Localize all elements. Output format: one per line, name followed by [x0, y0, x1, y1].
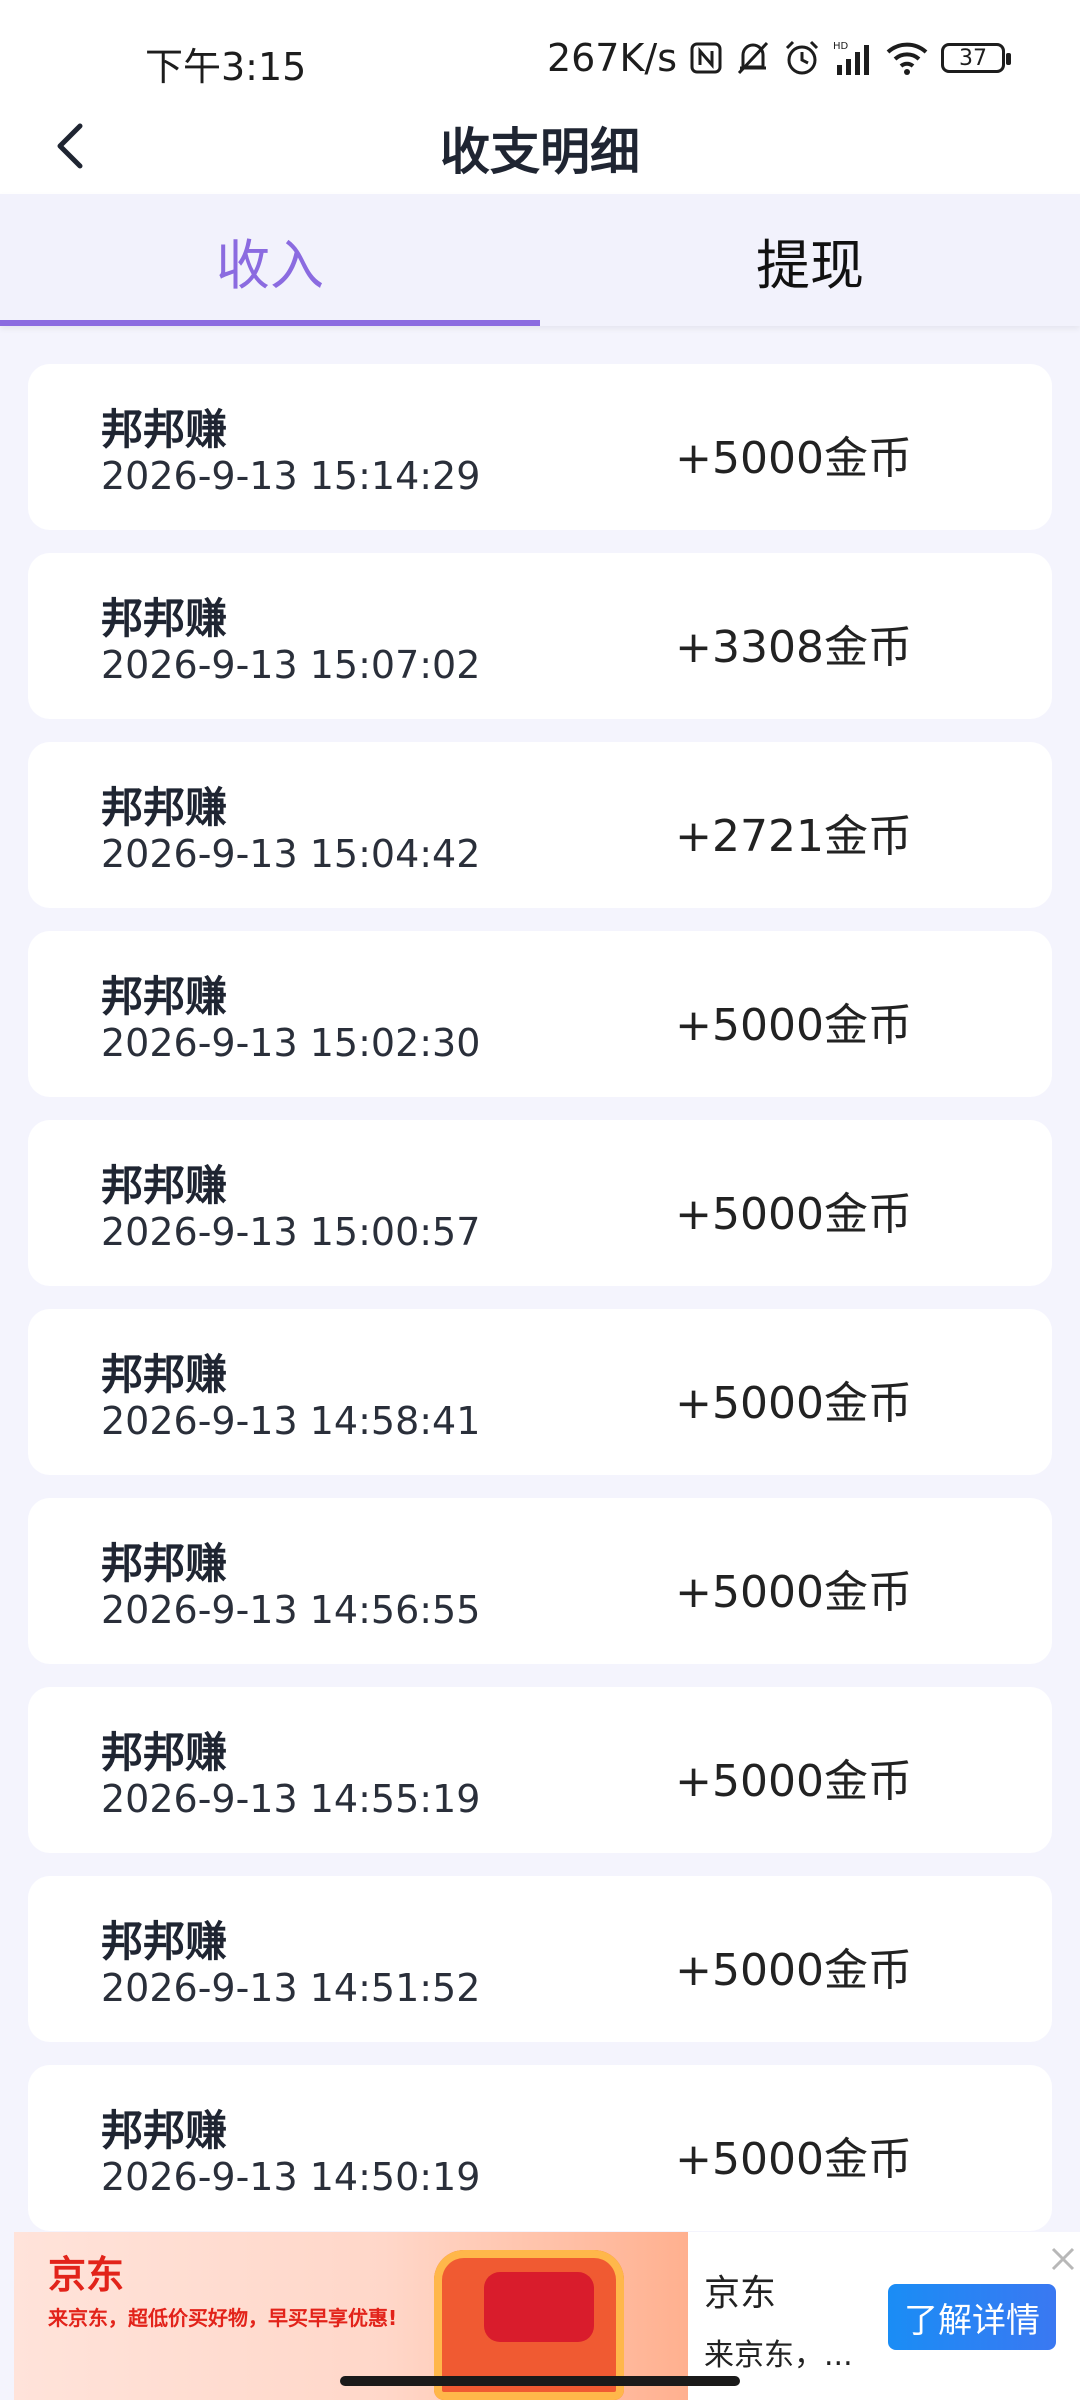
list-item: 邦邦赚 2026-9-13 14:50:19 +5000金币	[28, 2065, 1052, 2231]
records-list: 邦邦赚 2026-9-13 15:14:29 +5000金币 邦邦赚 2026-…	[28, 364, 1052, 2254]
ad-brand: 京东	[48, 2253, 125, 2297]
tab-income[interactable]: 收入	[0, 194, 540, 326]
record-name: 邦邦赚	[101, 1161, 228, 1210]
list-item: 邦邦赚 2026-9-13 15:04:42 +2721金币	[28, 742, 1052, 908]
bell-muted-icon	[735, 36, 771, 80]
title-bar: 收支明细	[0, 100, 1080, 194]
record-name: 邦邦赚	[101, 972, 228, 1021]
net-speed: 267K/s	[546, 36, 677, 80]
list-item: 邦邦赚 2026-9-13 15:07:02 +3308金币	[28, 553, 1052, 719]
alarm-icon	[783, 36, 821, 80]
status-icons: 267K/s HD 37	[546, 34, 1011, 82]
record-name: 邦邦赚	[101, 1539, 228, 1588]
record-time: 2026-9-13 14:50:19	[101, 2155, 481, 2199]
record-amount: +3308金币	[675, 622, 912, 673]
record-time: 2026-9-13 15:04:42	[101, 832, 481, 876]
status-bar: 下午3:15 267K/s HD 37	[0, 0, 1080, 110]
list-item: 邦邦赚 2026-9-13 14:58:41 +5000金币	[28, 1309, 1052, 1475]
status-time: 下午3:15	[145, 45, 307, 89]
ad-image[interactable]: 京东 来京东，超低价买好物，早买早享优惠!	[14, 2232, 688, 2400]
record-time: 2026-9-13 14:51:52	[101, 1966, 481, 2010]
record-amount: +5000金币	[675, 1756, 912, 1807]
list-item: 邦邦赚 2026-9-13 14:56:55 +5000金币	[28, 1498, 1052, 1664]
record-time: 2026-9-13 14:58:41	[101, 1399, 481, 1443]
tab-withdraw[interactable]: 提现	[540, 194, 1080, 326]
list-item: 邦邦赚 2026-9-13 15:14:29 +5000金币	[28, 364, 1052, 530]
home-indicator[interactable]	[340, 2376, 740, 2386]
record-name: 邦邦赚	[101, 1728, 228, 1777]
record-amount: +5000金币	[675, 433, 912, 484]
gift-box-icon	[484, 2272, 594, 2342]
record-amount: +2721金币	[675, 811, 912, 862]
record-name: 邦邦赚	[101, 405, 228, 454]
svg-text:HD: HD	[833, 41, 849, 52]
record-time: 2026-9-13 15:00:57	[101, 1210, 481, 1254]
ad-title: 京东	[704, 2273, 777, 2314]
battery-level: 37	[959, 45, 987, 71]
ad-slogan: 来京东，超低价买好物，早买早享优惠!	[48, 2306, 398, 2330]
ad-description: 来京东，...	[704, 2338, 853, 2373]
learn-more-button[interactable]: 了解详情	[888, 2284, 1056, 2350]
record-amount: +5000金币	[675, 1189, 912, 1240]
record-amount: +5000金币	[675, 1567, 912, 1618]
record-name: 邦邦赚	[101, 783, 228, 832]
record-name: 邦邦赚	[101, 594, 228, 643]
page-title: 收支明细	[440, 123, 640, 181]
record-time: 2026-9-13 14:55:19	[101, 1777, 481, 1821]
list-item: 邦邦赚 2026-9-13 14:55:19 +5000金币	[28, 1687, 1052, 1853]
close-icon[interactable]	[1048, 2244, 1078, 2274]
ad-banner[interactable]: 京东 来京东，超低价买好物，早买早享优惠! 京东 来京东，... 了解详情	[14, 2232, 1080, 2400]
record-time: 2026-9-13 14:56:55	[101, 1588, 481, 1632]
record-amount: +5000金币	[675, 1945, 912, 1996]
hd-signal-icon: HD	[833, 36, 873, 80]
record-amount: +5000金币	[675, 2134, 912, 2185]
list-item: 邦邦赚 2026-9-13 15:02:30 +5000金币	[28, 931, 1052, 1097]
record-time: 2026-9-13 15:02:30	[101, 1021, 481, 1065]
tab-bar: 收入 提现	[0, 194, 1080, 326]
list-item: 邦邦赚 2026-9-13 15:00:57 +5000金币	[28, 1120, 1052, 1286]
record-time: 2026-9-13 15:07:02	[101, 643, 481, 687]
record-name: 邦邦赚	[101, 1350, 228, 1399]
record-name: 邦邦赚	[101, 1917, 228, 1966]
list-item: 邦邦赚 2026-9-13 14:51:52 +5000金币	[28, 1876, 1052, 2042]
wifi-icon	[885, 36, 929, 80]
battery-icon: 37	[941, 43, 1011, 73]
nfc-icon	[689, 36, 723, 80]
record-name: 邦邦赚	[101, 2106, 228, 2155]
record-amount: +5000金币	[675, 1000, 912, 1051]
record-time: 2026-9-13 15:14:29	[101, 454, 481, 498]
record-amount: +5000金币	[675, 1378, 912, 1429]
